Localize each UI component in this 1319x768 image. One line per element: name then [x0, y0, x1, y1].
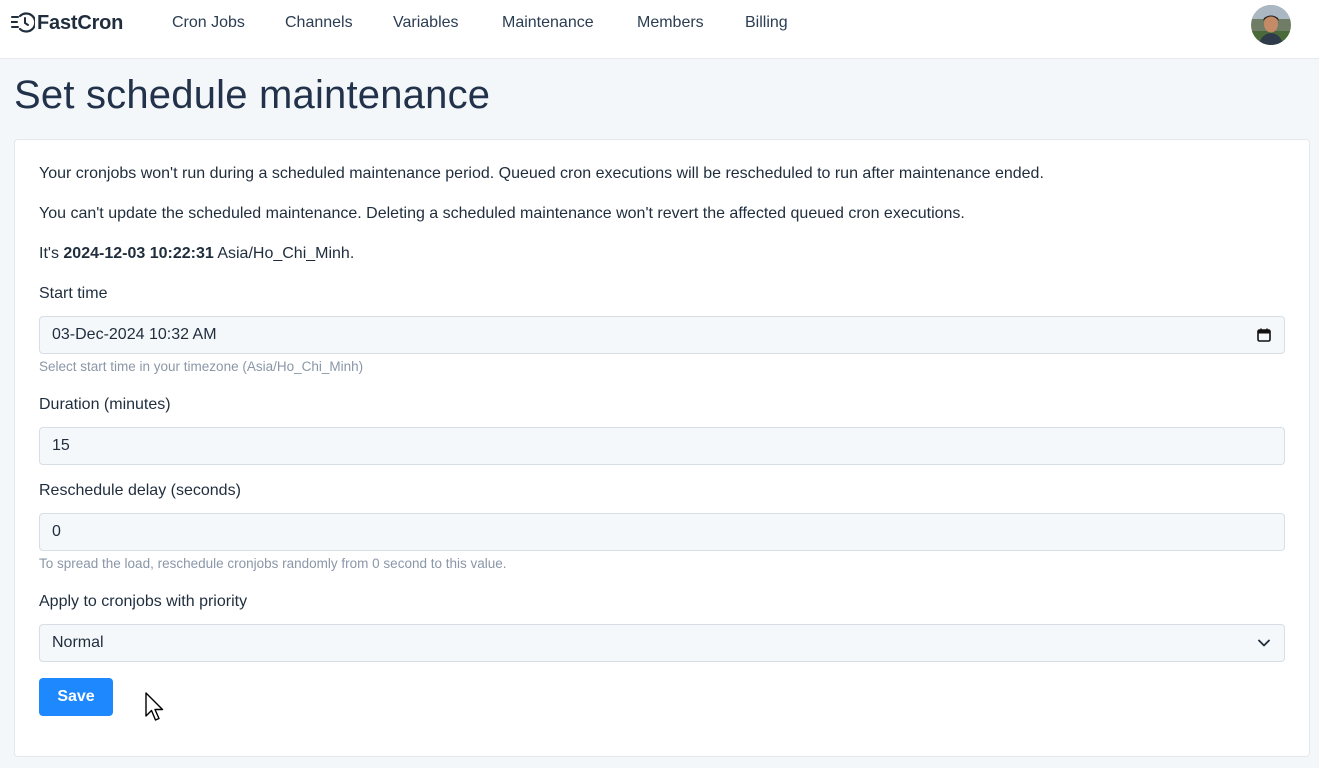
start-time-help: Select start time in your timezone (Asia… — [39, 359, 364, 374]
start-time-input[interactable]: 03-Dec-2024 10:32 AM — [39, 316, 1285, 354]
reschedule-delay-label: Reschedule delay (seconds) — [39, 482, 241, 499]
duration-label: Duration (minutes) — [39, 396, 171, 413]
current-time-prefix: It's — [39, 245, 59, 262]
info-text-no-run: Your cronjobs won't run during a schedul… — [39, 165, 1044, 182]
page-title: Set schedule maintenance — [14, 73, 491, 117]
top-navbar: FastCron Cron Jobs Channels Variables Ma… — [0, 0, 1319, 59]
start-time-value: 03-Dec-2024 10:32 AM — [52, 326, 217, 343]
reschedule-delay-value: 0 — [52, 523, 61, 540]
current-time-text: It's 2024-12-03 10:22:31 Asia/Ho_Chi_Min… — [39, 245, 354, 263]
nav-item-billing[interactable]: Billing — [745, 14, 788, 32]
brand-logo[interactable]: FastCron — [11, 11, 123, 35]
nav-item-variables[interactable]: Variables — [393, 14, 459, 32]
avatar[interactable] — [1251, 5, 1291, 45]
save-button-label: Save — [57, 688, 95, 705]
nav-item-cron-jobs[interactable]: Cron Jobs — [172, 14, 245, 32]
current-timezone: Asia/Ho_Chi_Minh. — [217, 245, 355, 262]
nav-item-members[interactable]: Members — [637, 14, 704, 32]
priority-value: Normal — [52, 634, 104, 651]
priority-label: Apply to cronjobs with priority — [39, 593, 248, 610]
duration-input[interactable]: 15 — [39, 427, 1285, 465]
duration-value: 15 — [52, 437, 70, 454]
reschedule-delay-help: To spread the load, reschedule cronjobs … — [39, 556, 507, 571]
info-text-no-update: You can't update the scheduled maintenan… — [39, 205, 965, 222]
mouse-cursor-icon — [145, 692, 164, 721]
start-time-label: Start time — [39, 285, 108, 302]
priority-select[interactable]: Normal — [39, 624, 1285, 662]
reschedule-delay-input[interactable]: 0 — [39, 513, 1285, 551]
save-button[interactable]: Save — [39, 678, 113, 716]
calendar-icon[interactable] — [1257, 328, 1271, 342]
nav-item-maintenance[interactable]: Maintenance — [502, 14, 594, 32]
current-time-value: 2024-12-03 10:22:31 — [63, 245, 214, 262]
brand-name: FastCron — [37, 11, 124, 34]
nav-item-channels[interactable]: Channels — [285, 14, 353, 32]
chevron-down-icon — [1258, 639, 1270, 647]
clock-history-icon — [11, 12, 35, 33]
